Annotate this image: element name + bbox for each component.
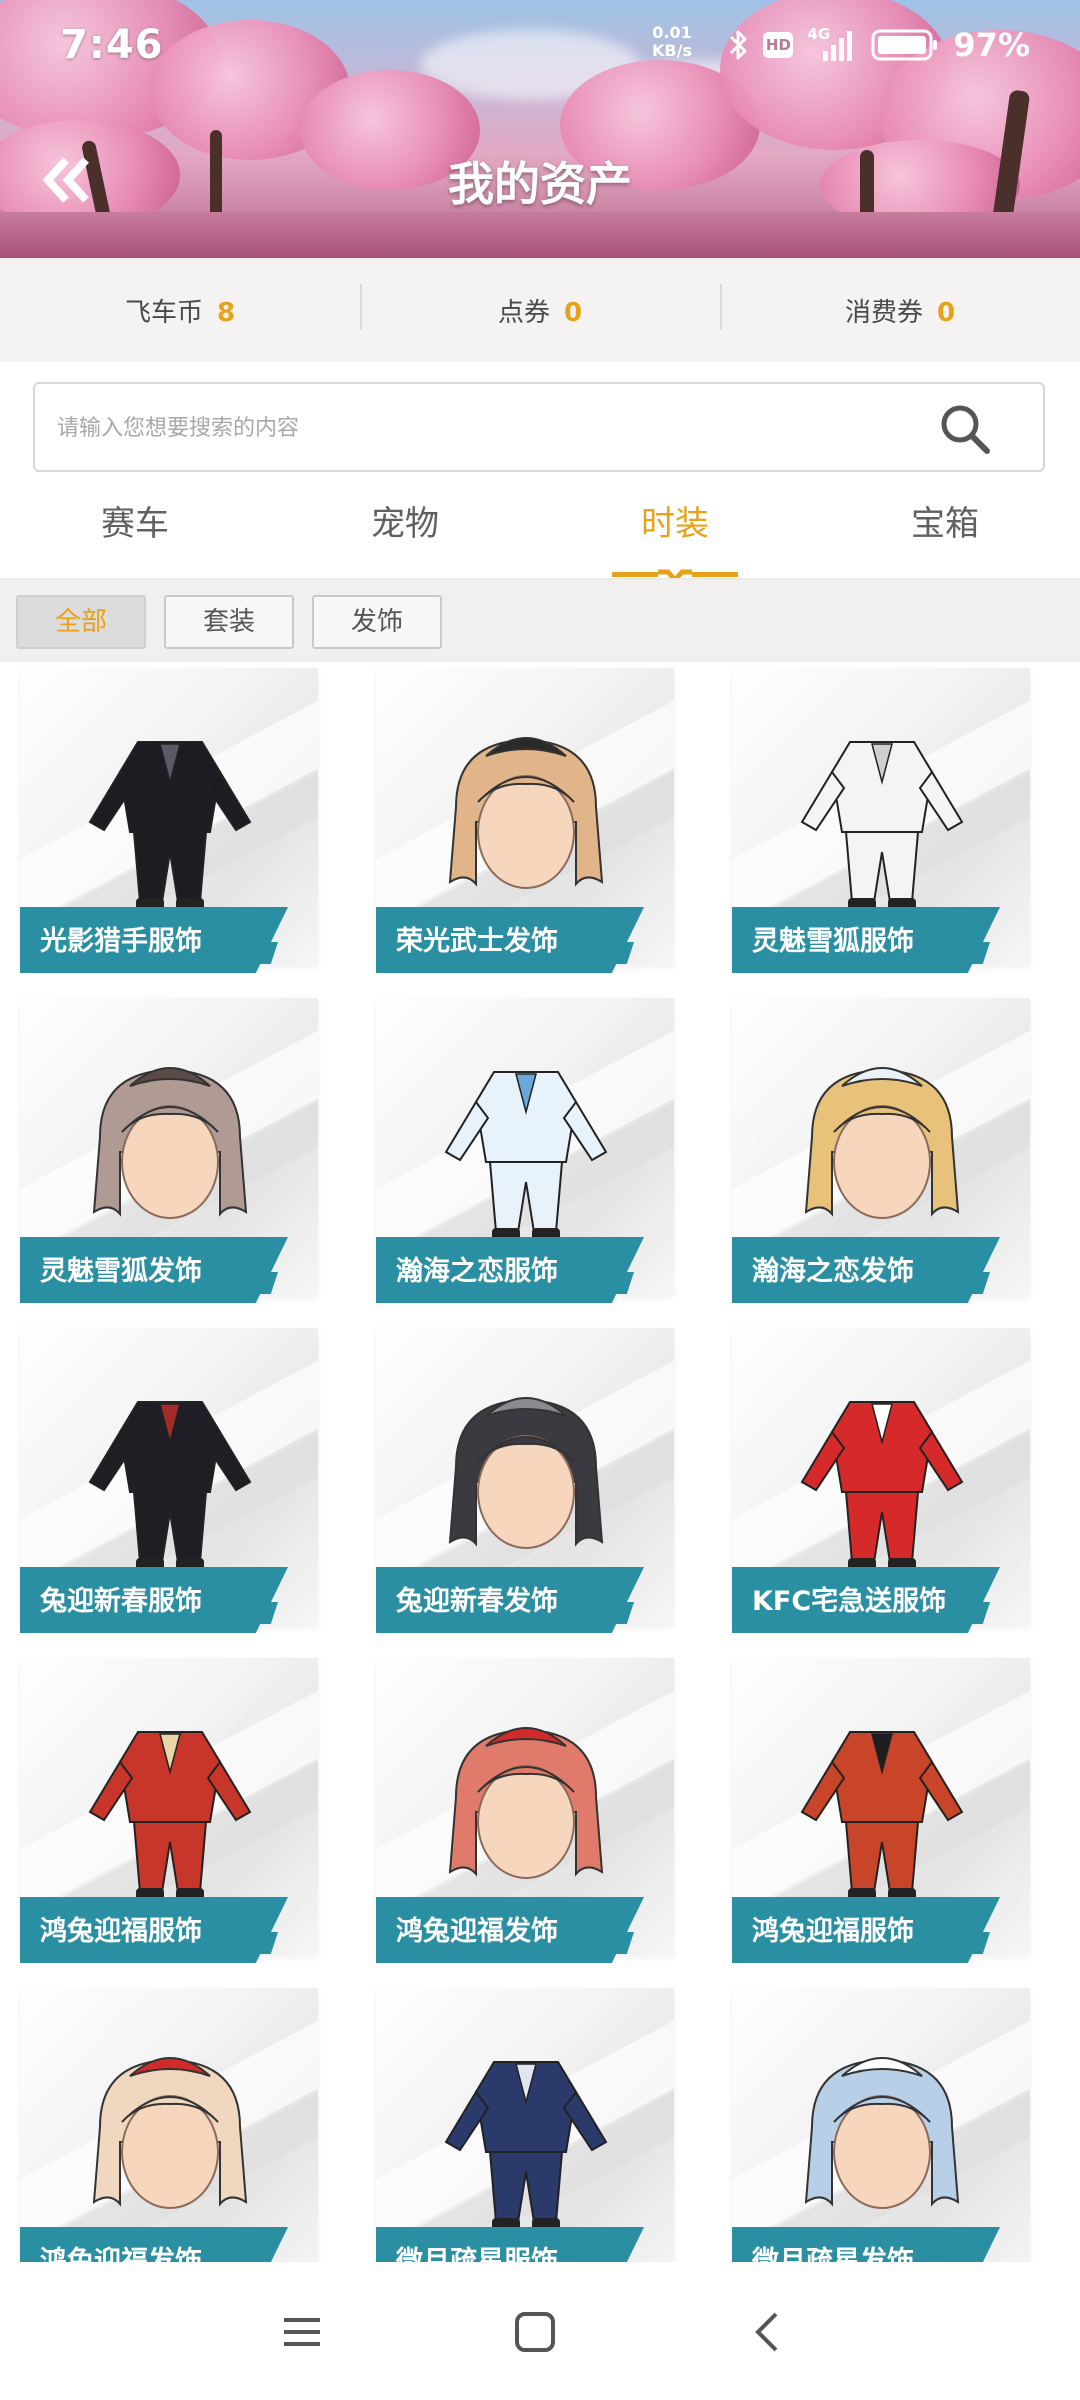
battery-percent: 97% (953, 26, 1030, 64)
signal-bars (823, 31, 853, 61)
item-card[interactable]: 瀚海之恋发饰 (712, 992, 1042, 1303)
filter-all[interactable]: 全部 (16, 595, 146, 649)
item-name: 微月疏星服饰 (396, 2246, 558, 2262)
item-name: 微月疏星发饰 (752, 2246, 914, 2262)
hd-icon: HD (763, 32, 794, 58)
system-nav-bar (0, 2262, 1080, 2400)
currency-feicheb: 飞车币 8 (0, 292, 360, 329)
status-time: 7:46 (60, 22, 164, 68)
item-grid: 光影猎手服饰 荣光武士发饰 灵魅雪狐服饰灵魅雪狐发饰 瀚海之恋服饰 瀚海之恋发饰兔迎新春… (0, 662, 1080, 2262)
item-card[interactable]: KFC宅急送服饰 (712, 1322, 1042, 1633)
item-card[interactable]: 瀚海之恋服饰 (356, 992, 686, 1303)
search-input[interactable] (55, 384, 939, 472)
net-speed: 0.01 KB/s (652, 24, 692, 60)
item-name: 瀚海之恋发饰 (752, 1256, 914, 1287)
item-card[interactable]: 兔迎新春发饰 (356, 1322, 686, 1633)
home-square-icon[interactable] (505, 2302, 565, 2362)
tab-label: 时装 (641, 504, 709, 544)
header-banner: 7:46 0.01 KB/s HD 4G 97% 我的资产 (0, 0, 1080, 258)
item-card[interactable]: 鸿兔迎福服饰 (0, 1652, 330, 1963)
outfit-image (800, 1401, 964, 1572)
category-tabs: 赛车 宠物 时装 宝箱 (0, 480, 1080, 584)
item-name: 鸿兔迎福服饰 (752, 1916, 914, 1947)
item-card[interactable]: 鸿兔迎福服饰 (712, 1652, 1042, 1963)
item-card[interactable]: 鸿兔迎福发饰 (356, 1652, 686, 1963)
filter-label: 发饰 (350, 607, 403, 637)
cell-signal-icon: 4G (807, 25, 857, 63)
item-card[interactable]: 荣光武士发饰 (356, 662, 686, 973)
hd-label: HD (765, 36, 791, 54)
item-name: 灵魅雪狐发饰 (40, 1256, 202, 1287)
tab-cars[interactable]: 赛车 (0, 480, 270, 580)
item-name: 兔迎新春服饰 (40, 1586, 202, 1617)
net-speed-unit: KB/s (652, 41, 692, 60)
search-icon[interactable] (937, 401, 993, 457)
ground (0, 212, 1080, 258)
tab-label: 赛车 (101, 504, 169, 544)
tab-label: 宝箱 (911, 504, 979, 544)
status-icons: HD 4G 97% (727, 25, 1030, 64)
item-name: 兔迎新春发饰 (396, 1586, 558, 1617)
tab-pets[interactable]: 宠物 (270, 480, 540, 580)
menu-icon[interactable] (272, 2302, 332, 2362)
outfit-image (800, 741, 964, 912)
filter-label: 套装 (202, 607, 255, 637)
item-card[interactable]: 灵魅雪狐发饰 (0, 992, 330, 1303)
outfit-image (800, 1731, 964, 1902)
item-card[interactable]: 微月疏星服饰 (356, 1982, 686, 2262)
status-bar: 7:46 0.01 KB/s HD 4G 97% (0, 0, 1080, 96)
item-card[interactable]: 光影猎手服饰 (0, 662, 330, 973)
tab-label: 宠物 (371, 504, 439, 544)
currency-label: 点券 (497, 297, 550, 328)
currency-label: 飞车币 (124, 297, 203, 328)
currency-value: 0 (936, 297, 956, 328)
hair-accessory-image (448, 1727, 604, 1879)
item-name: 灵魅雪狐服饰 (752, 926, 914, 957)
net-speed-value: 0.01 (652, 23, 692, 42)
item-card[interactable]: 鸿兔迎福发饰 (0, 1982, 330, 2262)
hair-accessory-image (804, 2057, 960, 2209)
currency-value: 0 (563, 297, 583, 328)
currency-label: 消费券 (844, 297, 923, 328)
tab-fashion[interactable]: 时装 (540, 480, 810, 584)
hair-accessory-image (92, 1067, 248, 1219)
battery-icon (871, 29, 938, 61)
currency-bar: 飞车币 8 点券 0 消费券 0 (0, 258, 1080, 362)
search-box[interactable] (33, 382, 1045, 472)
item-name: 鸿兔迎福服饰 (40, 1916, 202, 1947)
currency-xiaofeiquan: 消费券 0 (720, 283, 1080, 330)
item-card[interactable]: 灵魅雪狐服饰 (712, 662, 1042, 973)
item-card[interactable]: 兔迎新春服饰 (0, 1322, 330, 1633)
currency-value: 8 (216, 297, 236, 328)
hair-accessory-image (804, 1067, 960, 1219)
hair-accessory-image (92, 2057, 248, 2209)
tab-chests[interactable]: 宝箱 (810, 480, 1080, 580)
hair-accessory-image (448, 737, 604, 889)
currency-dianquan: 点券 0 (360, 283, 720, 330)
outfit-image (88, 1731, 252, 1902)
hair-accessory-image (448, 1397, 604, 1549)
page-title: 我的资产 (448, 157, 632, 211)
item-name: 瀚海之恋服饰 (396, 1256, 558, 1287)
item-name: 光影猎手服饰 (40, 926, 202, 957)
filter-bar: 全部 套装 发饰 (0, 580, 1080, 662)
filter-sets[interactable]: 套装 (164, 595, 294, 649)
item-name: 鸿兔迎福发饰 (396, 1916, 558, 1947)
item-name: 鸿兔迎福发饰 (40, 2246, 202, 2262)
filter-label: 全部 (54, 607, 107, 637)
outfit-image (88, 741, 252, 912)
outfit-image (444, 1071, 608, 1242)
back-chevron-icon[interactable] (738, 2302, 798, 2362)
outfit-image (88, 1401, 252, 1572)
outfit-image (444, 2061, 608, 2232)
item-name: KFC宅急送服饰 (752, 1586, 947, 1617)
item-card[interactable]: 微月疏星发饰 (712, 1982, 1042, 2262)
bluetooth-icon (730, 30, 747, 60)
item-name: 荣光武士发饰 (396, 926, 558, 957)
filter-hair[interactable]: 发饰 (312, 595, 442, 649)
